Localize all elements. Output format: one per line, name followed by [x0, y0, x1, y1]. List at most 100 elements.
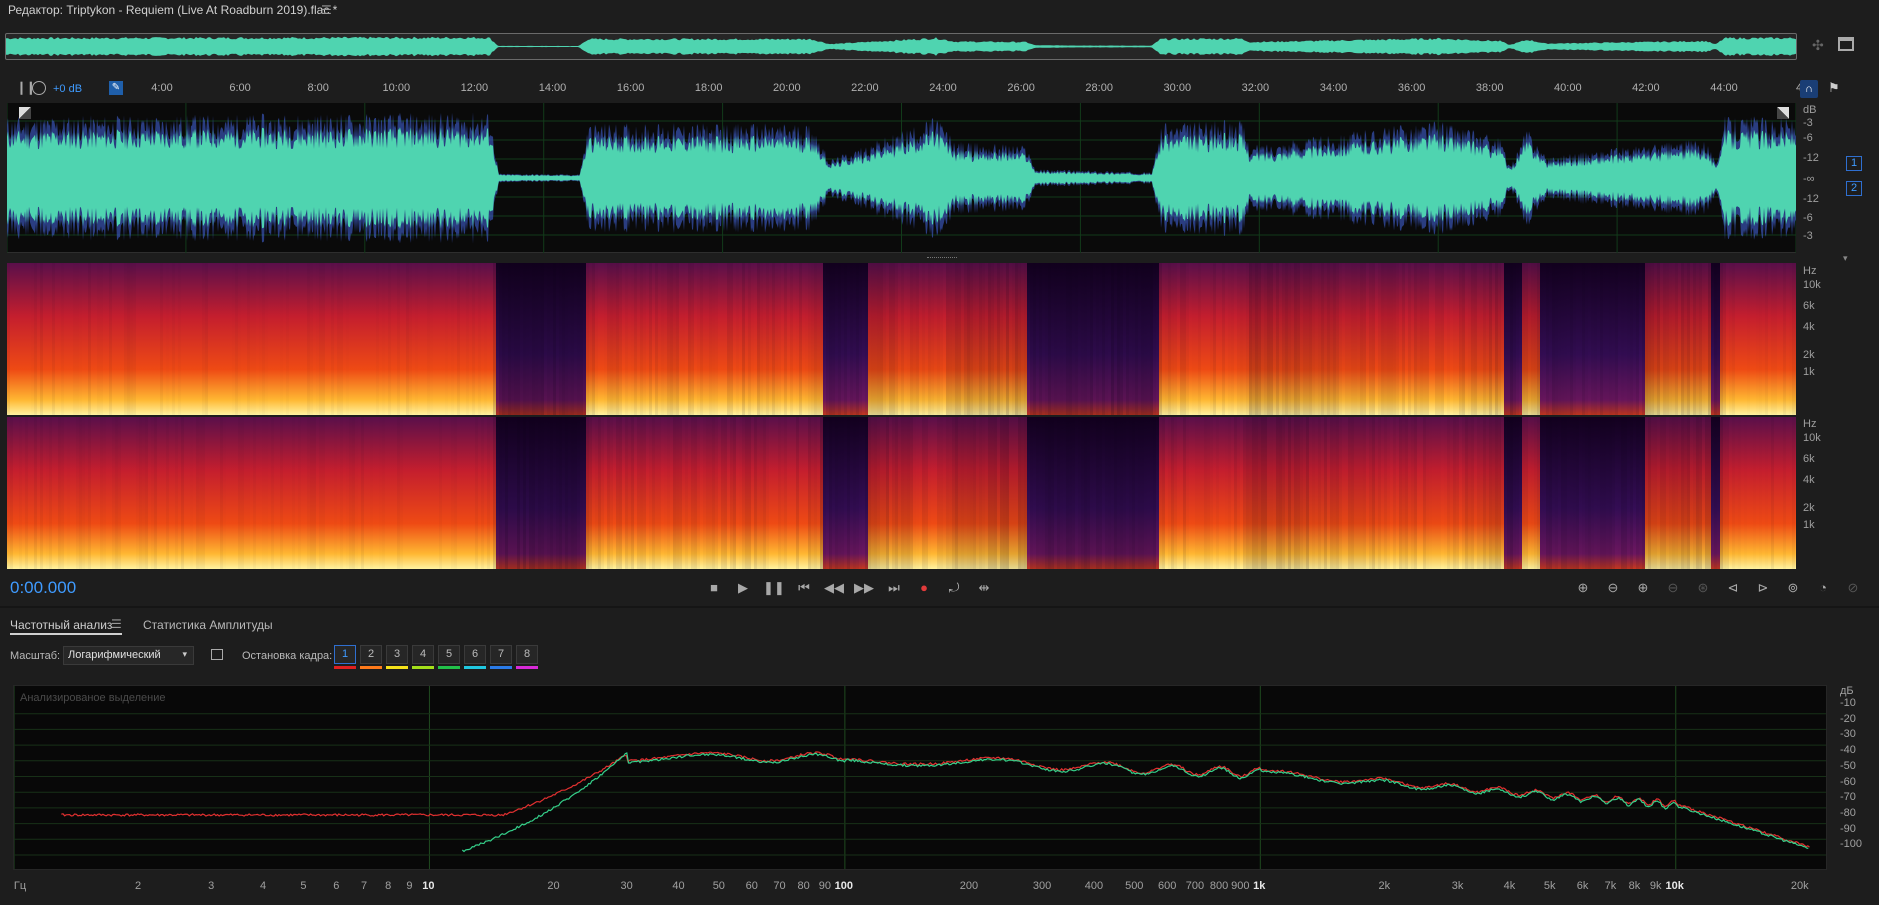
spectrum-column — [679, 263, 682, 415]
zoom-right-icon[interactable]: ⊳ — [1753, 579, 1773, 597]
spectrum-column — [1423, 263, 1426, 415]
zoom-selection-icon[interactable]: ⊛ — [1693, 579, 1713, 597]
skip-selection-icon[interactable]: ⇹ — [974, 579, 994, 597]
freeze-frame-6[interactable]: 6 — [464, 645, 486, 669]
spectrum-column — [463, 263, 466, 415]
timecode-icon[interactable] — [32, 81, 46, 95]
zoom-in-amplitude-icon[interactable]: ⊕ — [1573, 579, 1593, 597]
spectrum-column — [1009, 417, 1012, 569]
time-ruler[interactable]: ▕▏▎ +0 dB ✎ 4:00 6:00 8:00 10:00 12:00 14:00 1… — [0, 80, 1808, 100]
view-toggle-icon[interactable] — [1838, 37, 1854, 51]
spectrum-column — [184, 417, 187, 569]
spectrum-column — [1354, 417, 1357, 569]
spectrum-column — [1543, 263, 1546, 415]
overview-navigator[interactable] — [5, 33, 1797, 60]
marker-icon[interactable]: ⚑ — [1828, 80, 1840, 96]
go-to-end-icon[interactable]: ⏭ — [884, 579, 904, 597]
channel-badge-2[interactable]: 2 — [1846, 181, 1862, 196]
frequency-analysis-graph[interactable]: Анализированое выделение — [13, 685, 1827, 870]
zoom-fit-icon[interactable]: ✣ — [1812, 37, 1824, 54]
spectrum-column — [1480, 417, 1483, 569]
spectrum-column — [1441, 263, 1444, 415]
tab-menu-icon[interactable]: ☰ — [111, 617, 122, 631]
spectrum-column — [202, 263, 205, 415]
record-icon[interactable]: ● — [914, 579, 934, 597]
fade-out-handle-icon[interactable] — [1777, 107, 1789, 119]
freeze-frame-4[interactable]: 4 — [412, 645, 434, 669]
spectrum-column — [742, 417, 745, 569]
frequency-tick: Гц — [13, 880, 27, 892]
spectrum-column — [1315, 263, 1318, 415]
copy-icon[interactable] — [211, 649, 223, 660]
spectrum-column — [1753, 417, 1756, 569]
loop-icon[interactable]: ⤾ — [944, 579, 964, 597]
freeze-frame-8[interactable]: 8 — [516, 645, 538, 669]
spectrum-column — [982, 417, 985, 569]
spectrum-column — [67, 417, 70, 569]
spectrum-column — [1468, 417, 1471, 569]
spectrum-column — [1027, 417, 1030, 569]
freeze-frame-3[interactable]: 3 — [386, 645, 408, 669]
go-to-start-icon[interactable]: ⏮ — [794, 579, 814, 597]
freeze-frame-1[interactable]: 1 — [334, 645, 356, 669]
zoom-out-time-icon[interactable]: ⊖ — [1663, 579, 1683, 597]
tab-frequency-analysis[interactable]: Частотный анализ — [10, 618, 112, 632]
spectrum-column — [1543, 417, 1546, 569]
spectrum-column — [586, 417, 589, 569]
spectrum-column — [1306, 263, 1309, 415]
ruler-tick: 22:00 — [851, 82, 879, 94]
spectrum-column — [1624, 263, 1627, 415]
zoom-out-full-icon[interactable]: ⊘ — [1843, 579, 1863, 597]
zoom-left-icon[interactable]: ⊲ — [1723, 579, 1743, 597]
zoom-in-time-icon[interactable]: ⊕ — [1633, 579, 1653, 597]
spectrum-column — [238, 417, 241, 569]
spectrum-column — [1366, 417, 1369, 569]
spectrum-column — [1372, 417, 1375, 569]
channel-badge-1[interactable]: 1 — [1846, 156, 1862, 171]
spectrum-column — [349, 417, 352, 569]
spectrum-column — [94, 263, 97, 415]
tab-amplitude-statistics[interactable]: Статистика Амплитуды — [143, 618, 273, 632]
db-scale-label: -12 — [1803, 152, 1819, 164]
pause-icon[interactable]: ❚❚ — [763, 579, 785, 597]
spectrum-column — [1423, 417, 1426, 569]
fade-in-handle-icon[interactable] — [19, 107, 31, 119]
spectrum-column — [742, 263, 745, 415]
current-time[interactable]: 0:00.000 — [10, 578, 76, 598]
ruler-tick: 28:00 — [1085, 82, 1113, 94]
zoom-reset-icon[interactable]: ◔ — [1813, 579, 1833, 597]
spectrum-column — [1204, 263, 1207, 415]
spectral-channel-1[interactable] — [7, 263, 1796, 415]
fast-forward-icon[interactable]: ▶▶ — [854, 579, 874, 597]
rewind-icon[interactable]: ◀◀ — [824, 579, 844, 597]
view-splitter[interactable] — [7, 255, 1796, 261]
collapse-icon[interactable]: ▾ — [1843, 253, 1848, 264]
headphone-icon[interactable]: ∩ — [1800, 80, 1818, 98]
scale-select[interactable]: Логарифмический ▾ — [63, 646, 194, 665]
spectrum-column — [1582, 417, 1585, 569]
freeze-frame-2[interactable]: 2 — [360, 645, 382, 669]
spectrum-column — [1024, 417, 1027, 569]
stop-icon[interactable]: ■ — [704, 579, 724, 597]
volume-level[interactable]: +0 dB — [53, 83, 82, 95]
spectrum-column — [865, 263, 868, 415]
freeze-frame-7[interactable]: 7 — [490, 645, 512, 669]
spectrum-column — [322, 263, 325, 415]
waveform-display[interactable] — [7, 103, 1796, 253]
zoom-full-icon[interactable]: ⊚ — [1783, 579, 1803, 597]
zoom-out-amplitude-icon[interactable]: ⊖ — [1603, 579, 1623, 597]
pin-icon[interactable]: ✎ — [109, 81, 123, 95]
spectrum-column — [721, 263, 724, 415]
spectrum-column — [799, 263, 802, 415]
spectrum-column — [1666, 263, 1669, 415]
spectral-channel-2[interactable] — [7, 417, 1796, 569]
spectrum-column — [553, 263, 556, 415]
play-icon[interactable]: ▶ — [733, 579, 753, 597]
hamburger-icon[interactable]: ☰ — [321, 3, 332, 17]
spectrum-column — [154, 263, 157, 415]
spectrum-column — [1300, 417, 1303, 569]
spectrum-column — [262, 263, 265, 415]
freeze-frame-5[interactable]: 5 — [438, 645, 460, 669]
spectrum-column — [1783, 417, 1786, 569]
spectrum-column — [1729, 263, 1732, 415]
